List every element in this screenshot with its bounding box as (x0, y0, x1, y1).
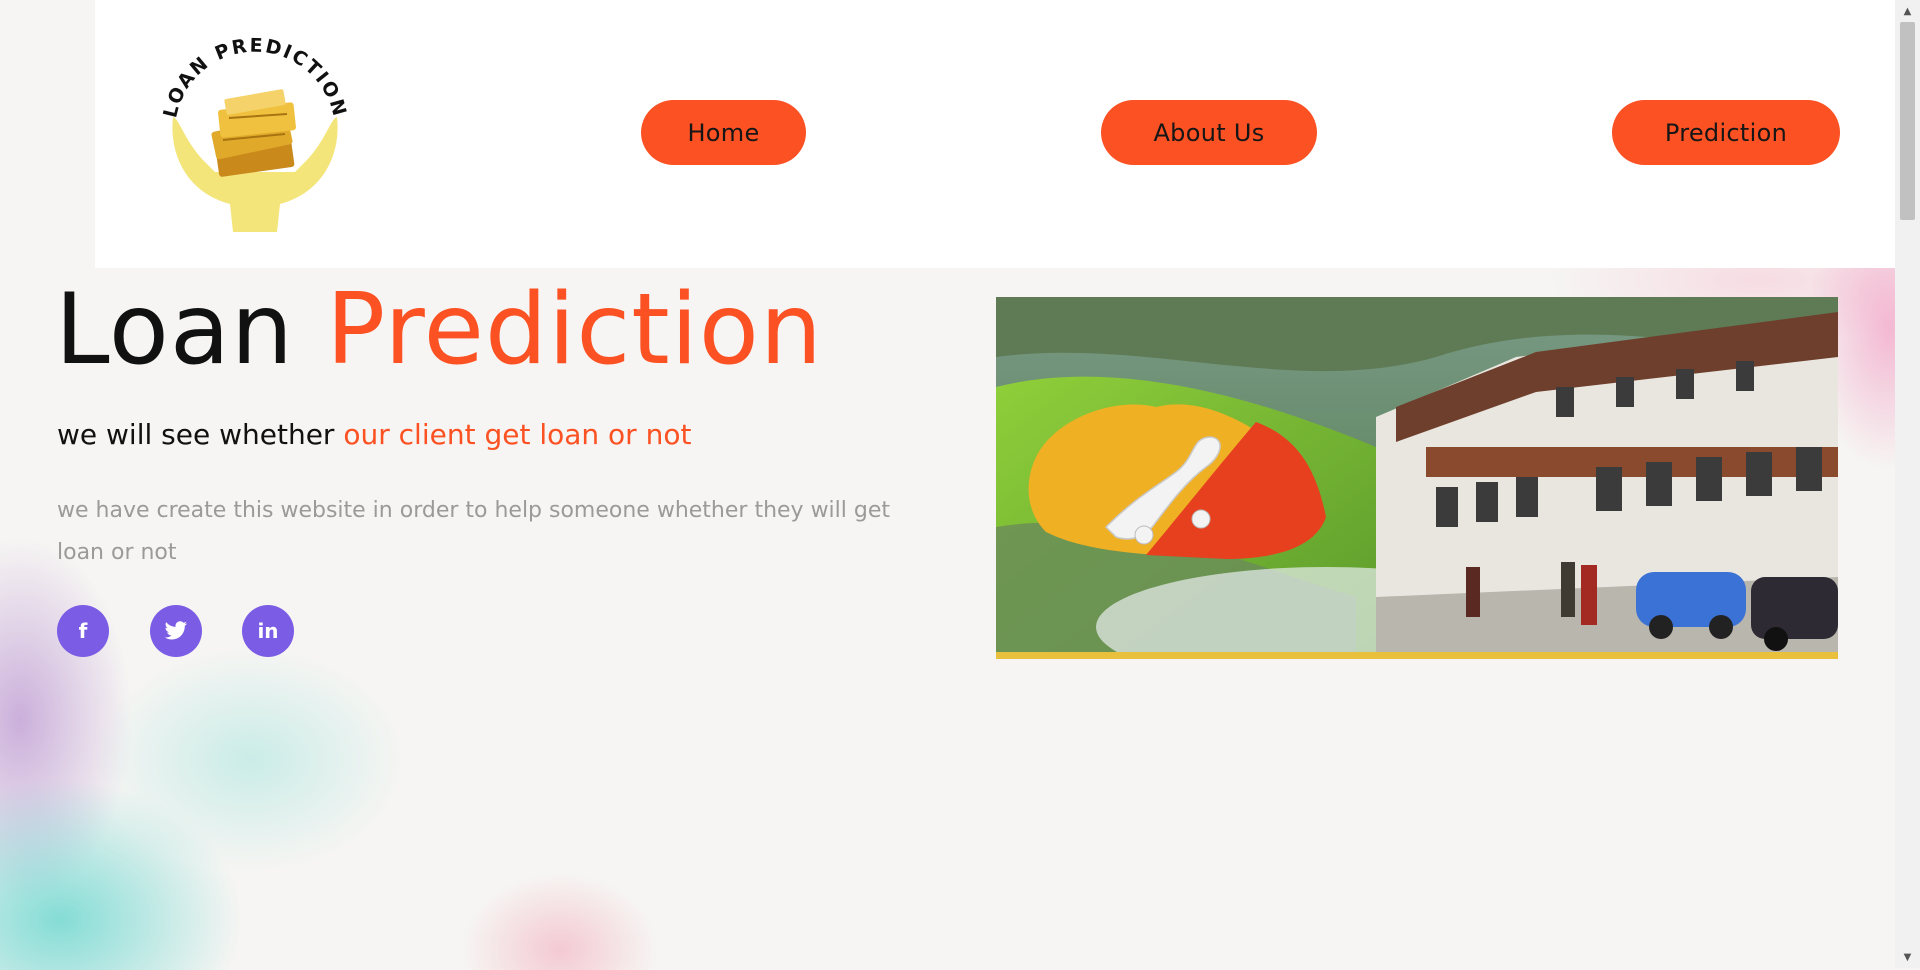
nav-about-us-button[interactable]: About Us (1101, 100, 1317, 165)
hero-subtitle: we will see whether our client get loan … (57, 416, 691, 454)
scroll-down-arrow-icon[interactable]: ▼ (1895, 948, 1920, 966)
vertical-scrollbar[interactable]: ▲ ▼ (1895, 0, 1920, 968)
twitter-icon[interactable] (150, 605, 202, 657)
hero-title-plain: Loan (55, 273, 294, 387)
image-gold-border (996, 652, 1838, 659)
scrollbar-thumb[interactable] (1900, 22, 1915, 220)
hero-title: Loan Prediction (55, 275, 823, 385)
site-header: LOAN PREDICTION Home About Us Prediction (95, 0, 1895, 268)
linkedin-icon[interactable]: in (242, 605, 294, 657)
scroll-up-arrow-icon[interactable]: ▲ (1895, 2, 1920, 20)
facebook-icon[interactable]: f (57, 605, 109, 657)
nav-home-button[interactable]: Home (641, 100, 806, 165)
hero-subtitle-accent: our client get loan or not (343, 418, 692, 451)
loan-prediction-logo[interactable]: LOAN PREDICTION (155, 22, 355, 232)
hero-title-accent: Prediction (326, 273, 823, 387)
hero-description: we have create this website in order to … (57, 498, 891, 565)
twitter-bird-icon (164, 621, 188, 640)
bhutan-hero-image (996, 297, 1838, 659)
nav-prediction-button[interactable]: Prediction (1612, 100, 1840, 165)
hero-subtitle-plain: we will see whether (57, 418, 335, 451)
